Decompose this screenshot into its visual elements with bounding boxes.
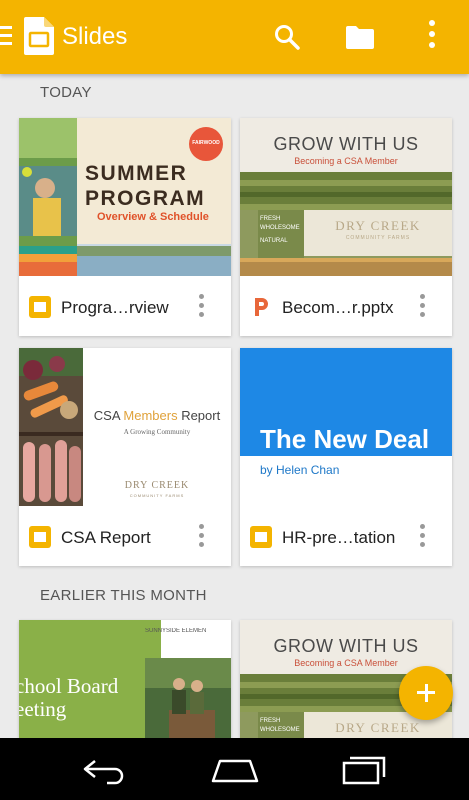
home-icon[interactable] — [210, 755, 260, 785]
file-card[interactable]: The New Deal by Helen Chan HR-pre…tation — [240, 348, 452, 566]
section-header-today: TODAY — [40, 84, 92, 101]
file-thumbnail: CSA Members Report A Growing Community D… — [19, 348, 231, 506]
thumb-title-line1: SUMMER — [85, 162, 188, 185]
back-icon[interactable] — [81, 755, 129, 785]
slides-file-icon — [29, 296, 51, 318]
navigation-bar — [0, 738, 469, 800]
more-vert-icon[interactable] — [415, 294, 429, 322]
thumb-title-part3: Report — [177, 408, 221, 423]
thumb-tag-1: FRESH — [260, 718, 281, 724]
slides-logo-icon — [24, 17, 54, 55]
thumb-tag-2: WHOLESOME — [260, 727, 300, 733]
thumb-title-line1: chool Board — [19, 674, 119, 698]
thumb-title-line2: PROGRAM — [85, 187, 206, 210]
file-thumbnail: FAIRWOOD SUMMER PROGRAM Overview & Sched… — [19, 118, 231, 276]
file-thumbnail: GROW WITH US Becoming a CSA Member FRESH… — [240, 118, 452, 276]
thumb-title: GROW WITH US — [273, 636, 419, 656]
hamburger-icon[interactable] — [0, 26, 12, 46]
app-title: Slides — [62, 23, 128, 50]
thumb-title: The New Deal — [260, 424, 430, 454]
thumb-title-line2: eeting — [19, 697, 67, 721]
file-card[interactable]: CSA Members Report A Growing Community D… — [19, 348, 231, 566]
badge-text: FAIRWOOD — [192, 140, 220, 146]
thumb-brand: DRY CREEK — [335, 218, 421, 233]
file-card[interactable]: GROW WITH US Becoming a CSA Member FRESH… — [240, 118, 452, 336]
slides-file-icon — [29, 526, 51, 548]
thumb-subtitle: Overview & Schedule — [97, 211, 209, 223]
thumb-tag-1: FRESH — [260, 216, 281, 222]
thumb-tag-3: NATURAL — [260, 238, 288, 244]
more-vert-icon[interactable] — [415, 524, 429, 552]
more-vert-icon[interactable] — [194, 294, 208, 322]
recents-icon[interactable] — [340, 753, 388, 785]
thumb-brand: DRY CREEK — [124, 480, 190, 491]
more-vert-icon[interactable] — [424, 20, 440, 54]
file-name: CSA Report — [61, 528, 151, 547]
slides-file-icon — [250, 526, 272, 548]
powerpoint-file-icon — [255, 298, 268, 316]
file-name: Becom…r.pptx — [282, 298, 394, 317]
thumb-brand-sub: COMMUNITY FARMS — [345, 235, 411, 241]
thumb-title: GROW WITH US — [273, 134, 419, 154]
folder-icon[interactable] — [345, 24, 375, 50]
thumb-brand: DRY CREEK — [335, 720, 421, 735]
thumb-subtitle: A Growing Community — [123, 428, 191, 436]
file-name: Progra…rview — [61, 298, 169, 317]
app-bar: Slides — [0, 0, 469, 74]
thumb-brand-sub: COMMUNITY FARMS — [129, 493, 185, 498]
add-button[interactable] — [399, 666, 453, 720]
thumb-tag-2: WHOLESOME — [260, 225, 300, 231]
search-icon[interactable] — [274, 24, 300, 50]
thumb-title-part1: CSA — [93, 408, 124, 423]
file-card[interactable]: FAIRWOOD SUMMER PROGRAM Overview & Sched… — [19, 118, 231, 336]
section-header-earlier-this-month: EARLIER THIS MONTH — [40, 587, 207, 604]
thumb-school: SUNNYSIDE ELEMEN — [145, 628, 207, 634]
thumb-title: CSA Members Report — [83, 408, 231, 423]
file-name: HR-pre…tation — [282, 528, 396, 547]
thumb-byline: by Helen Chan — [260, 463, 340, 477]
thumb-subtitle: Becoming a CSA Member — [294, 156, 398, 166]
more-vert-icon[interactable] — [194, 524, 208, 552]
file-thumbnail: The New Deal by Helen Chan — [240, 348, 452, 506]
thumb-title-part2: Members — [123, 408, 178, 423]
